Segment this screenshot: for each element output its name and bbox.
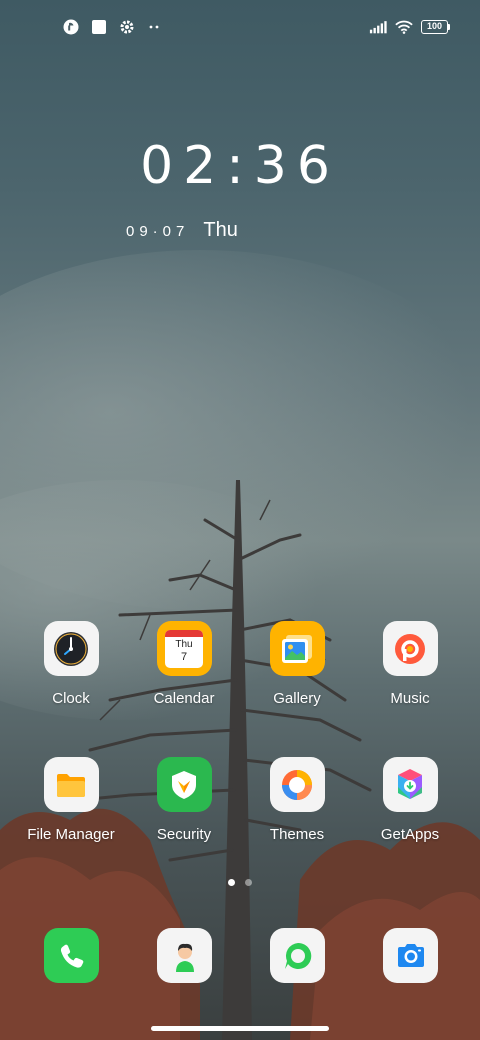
settings-notification-icon: [118, 18, 136, 36]
dock-phone[interactable]: [44, 928, 99, 983]
camera-icon: [397, 943, 424, 967]
getapps-icon: [382, 757, 438, 812]
dock-camera[interactable]: [383, 928, 438, 983]
app-label: Calendar: [153, 690, 215, 707]
date-text: 09·07: [126, 223, 190, 240]
page-indicator: [228, 879, 252, 886]
app-label: Music: [390, 690, 430, 707]
dock-messages[interactable]: [270, 928, 325, 983]
app-label: Gallery: [273, 690, 321, 707]
weekday-text: Thu: [203, 219, 238, 241]
app-notification-icon: [62, 18, 80, 36]
app-label: Themes: [269, 826, 325, 843]
status-bar: 100: [0, 0, 480, 56]
messages-icon: [284, 942, 311, 969]
dock-contacts[interactable]: [157, 928, 212, 983]
signal-icon: [369, 18, 387, 36]
clock-icon: [43, 621, 99, 676]
app-music[interactable]: Music: [355, 621, 465, 707]
app-clock[interactable]: Clock: [16, 621, 126, 707]
calendar-icon: Thu 7: [156, 621, 212, 676]
square-notification-icon: [90, 18, 108, 36]
app-label: File Manager: [27, 826, 115, 843]
app-calendar[interactable]: Thu 7 Calendar: [129, 621, 239, 707]
phone-icon: [60, 944, 83, 968]
app-getapps[interactable]: GetApps: [355, 757, 465, 843]
music-icon: [382, 621, 438, 676]
clock-widget-date[interactable]: 09·07 Thu: [126, 219, 238, 242]
calendar-day: Thu: [175, 638, 193, 650]
themes-icon: [269, 757, 325, 812]
contacts-icon: [175, 943, 194, 972]
app-label: GetApps: [380, 826, 440, 843]
wifi-icon: [395, 18, 413, 36]
app-themes[interactable]: Themes: [242, 757, 352, 843]
app-label: Clock: [52, 690, 90, 707]
gallery-icon: [269, 621, 325, 676]
home-gesture-bar[interactable]: [151, 1026, 329, 1031]
clock-widget-time[interactable]: 02:36: [0, 136, 480, 196]
shield-icon: [156, 757, 212, 812]
app-gallery[interactable]: Gallery: [242, 621, 352, 707]
folder-icon: [43, 757, 99, 812]
app-label: Security: [156, 826, 212, 843]
page-dot-active: [228, 879, 235, 886]
page-dot: [245, 879, 252, 886]
battery-level: 100: [421, 20, 448, 34]
battery-icon: 100: [421, 20, 450, 34]
calendar-date: 7: [180, 650, 188, 663]
app-file-manager[interactable]: File Manager: [16, 757, 126, 843]
app-security[interactable]: Security: [129, 757, 239, 843]
more-notifications-icon: [146, 18, 164, 36]
